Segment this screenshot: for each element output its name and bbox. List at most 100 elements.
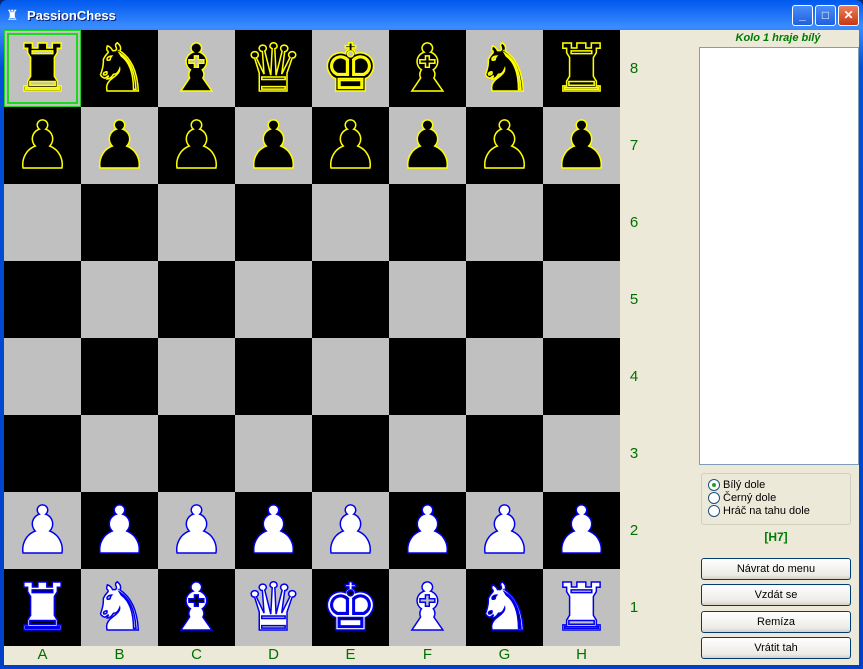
square-b2[interactable]: ♟ [81,492,158,569]
black-pawn-icon[interactable]: ♟ [474,111,535,179]
black-pawn-icon[interactable]: ♟ [166,111,227,179]
maximize-button[interactable]: □ [815,5,836,26]
square-a5[interactable] [4,261,81,338]
square-h8[interactable]: ♜ [543,30,620,107]
square-a4[interactable] [4,338,81,415]
white-rook-icon[interactable]: ♜ [12,573,73,641]
white-pawn-icon[interactable]: ♟ [89,496,150,564]
square-a1[interactable]: ♜ [4,569,81,646]
square-e5[interactable] [312,261,389,338]
white-pawn-icon[interactable]: ♟ [474,496,535,564]
radio-white-bottom[interactable]: Bílý dole [708,478,850,491]
black-pawn-icon[interactable]: ♟ [89,111,150,179]
square-f4[interactable] [389,338,466,415]
square-f3[interactable] [389,415,466,492]
square-c7[interactable]: ♟ [158,107,235,184]
white-rook-icon[interactable]: ♜ [551,573,612,641]
square-h3[interactable] [543,415,620,492]
square-d1[interactable]: ♛ [235,569,312,646]
square-b6[interactable] [81,184,158,261]
square-b1[interactable]: ♞ [81,569,158,646]
square-d6[interactable] [235,184,312,261]
black-pawn-icon[interactable]: ♟ [397,111,458,179]
square-c4[interactable] [158,338,235,415]
square-h7[interactable]: ♟ [543,107,620,184]
square-b8[interactable]: ♞ [81,30,158,107]
white-pawn-icon[interactable]: ♟ [397,496,458,564]
square-g6[interactable] [466,184,543,261]
white-pawn-icon[interactable]: ♟ [12,496,73,564]
black-knight-icon[interactable]: ♞ [474,34,535,102]
black-knight-icon[interactable]: ♞ [89,34,150,102]
square-b5[interactable] [81,261,158,338]
square-f8[interactable]: ♝ [389,30,466,107]
square-d4[interactable] [235,338,312,415]
square-b3[interactable] [81,415,158,492]
white-pawn-icon[interactable]: ♟ [320,496,381,564]
square-f7[interactable]: ♟ [389,107,466,184]
square-d3[interactable] [235,415,312,492]
square-c6[interactable] [158,184,235,261]
white-pawn-icon[interactable]: ♟ [551,496,612,564]
square-e2[interactable]: ♟ [312,492,389,569]
square-g3[interactable] [466,415,543,492]
white-knight-icon[interactable]: ♞ [89,573,150,641]
black-bishop-icon[interactable]: ♝ [166,34,227,102]
square-e8[interactable]: ♚ [312,30,389,107]
square-g1[interactable]: ♞ [466,569,543,646]
close-button[interactable]: ✕ [838,5,859,26]
square-b4[interactable] [81,338,158,415]
black-bishop-icon[interactable]: ♝ [397,34,458,102]
white-pawn-icon[interactable]: ♟ [243,496,304,564]
back-to-menu-button[interactable]: Návrat do menu [701,558,851,580]
square-f5[interactable] [389,261,466,338]
square-f2[interactable]: ♟ [389,492,466,569]
square-a8[interactable]: ♜ [4,30,81,107]
square-c5[interactable] [158,261,235,338]
square-a2[interactable]: ♟ [4,492,81,569]
square-e6[interactable] [312,184,389,261]
square-g5[interactable] [466,261,543,338]
radio-black-bottom[interactable]: Černý dole [708,491,850,504]
black-king-icon[interactable]: ♚ [320,34,381,102]
square-c2[interactable]: ♟ [158,492,235,569]
square-d5[interactable] [235,261,312,338]
white-bishop-icon[interactable]: ♝ [397,573,458,641]
square-a3[interactable] [4,415,81,492]
square-g4[interactable] [466,338,543,415]
black-pawn-icon[interactable]: ♟ [243,111,304,179]
minimize-button[interactable]: _ [792,5,813,26]
square-g2[interactable]: ♟ [466,492,543,569]
square-a7[interactable]: ♟ [4,107,81,184]
white-king-icon[interactable]: ♚ [320,573,381,641]
black-queen-icon[interactable]: ♛ [243,34,304,102]
square-h2[interactable]: ♟ [543,492,620,569]
undo-move-button[interactable]: Vrátit tah [701,637,851,659]
black-pawn-icon[interactable]: ♟ [12,111,73,179]
resign-button[interactable]: Vzdát se [701,584,851,606]
black-pawn-icon[interactable]: ♟ [551,111,612,179]
white-knight-icon[interactable]: ♞ [474,573,535,641]
square-c1[interactable]: ♝ [158,569,235,646]
draw-button[interactable]: Remíza [701,611,851,633]
square-h4[interactable] [543,338,620,415]
square-f6[interactable] [389,184,466,261]
square-e1[interactable]: ♚ [312,569,389,646]
radio-mover-bottom[interactable]: Hráč na tahu dole [708,504,850,517]
chess-board[interactable]: ♜ ♞ ♝ ♛ ♚ ♝ ♞ ♜ ♟ ♟ ♟ ♟ ♟ ♟ ♟ ♟ ♟ ♟ ♟ ♟ ♟ ♟ ♟ ♟ ♜ ♞ ♝ ♛ ♚ ♝ ♞ ♜ [4,30,620,646]
square-d8[interactable]: ♛ [235,30,312,107]
square-g7[interactable]: ♟ [466,107,543,184]
square-d7[interactable]: ♟ [235,107,312,184]
square-g8[interactable]: ♞ [466,30,543,107]
square-h5[interactable] [543,261,620,338]
square-e3[interactable] [312,415,389,492]
square-c8[interactable]: ♝ [158,30,235,107]
move-list[interactable] [699,47,859,465]
black-pawn-icon[interactable]: ♟ [320,111,381,179]
square-b7[interactable]: ♟ [81,107,158,184]
square-c3[interactable] [158,415,235,492]
black-rook-icon[interactable]: ♜ [551,34,612,102]
white-queen-icon[interactable]: ♛ [243,573,304,641]
white-pawn-icon[interactable]: ♟ [166,496,227,564]
square-h6[interactable] [543,184,620,261]
